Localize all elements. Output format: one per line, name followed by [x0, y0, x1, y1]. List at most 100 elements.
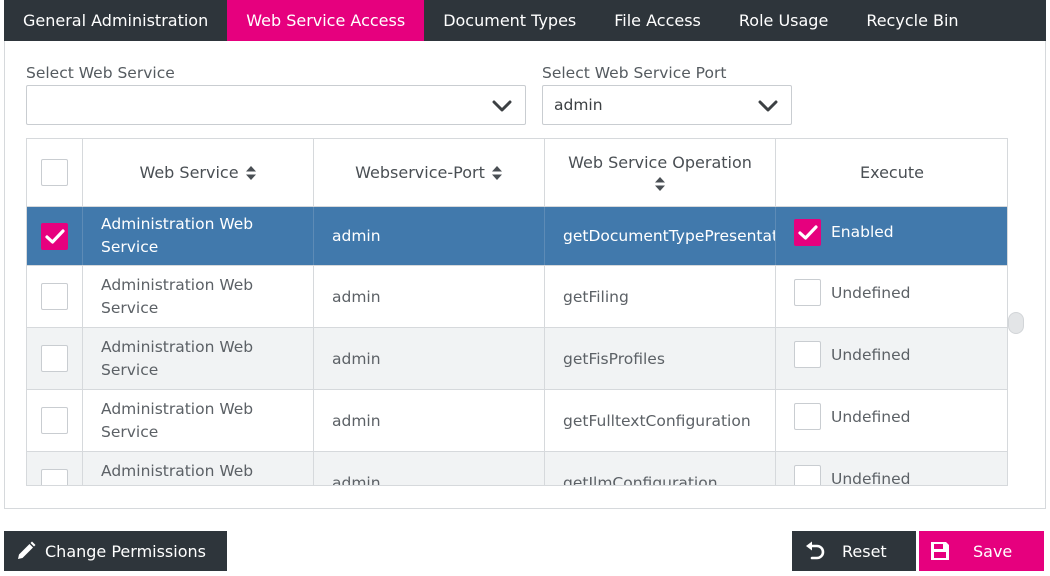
header-web-service[interactable]: Web Service: [83, 139, 314, 206]
row-service: Administration Web Service: [101, 275, 254, 317]
execute-status: Undefined: [831, 469, 911, 486]
row-port-cell: admin: [314, 207, 545, 265]
row-operation: getIlmConfiguration: [563, 473, 718, 486]
execute-checkbox[interactable]: [794, 465, 821, 485]
execute-checkbox[interactable]: [794, 279, 821, 306]
row-port: admin: [332, 227, 381, 245]
row-port-cell: admin: [314, 390, 545, 451]
undo-icon: [806, 541, 825, 560]
row-service: Administration Web Service: [101, 399, 254, 441]
row-port-cell: admin: [314, 266, 545, 327]
execute-checkbox[interactable]: [794, 218, 821, 246]
save-button[interactable]: Save: [919, 531, 1044, 571]
row-select-cell: [27, 452, 83, 485]
row-service: Administration Web Service: [101, 461, 254, 486]
execute-status: Undefined: [831, 407, 911, 426]
row-execute-cell: Undefined: [776, 390, 1007, 451]
row-select-checkbox[interactable]: [41, 469, 68, 485]
web-service-select[interactable]: [26, 85, 526, 125]
table-row[interactable]: Administration Web Service admin getFisP…: [27, 328, 1007, 390]
tab-role-usage[interactable]: Role Usage: [720, 0, 847, 41]
execute-checkbox[interactable]: [794, 403, 821, 430]
chevron-down-icon: [492, 100, 512, 112]
tab-general-administration[interactable]: General Administration: [4, 0, 227, 41]
header-web-service-operation[interactable]: Web Service Operation: [545, 139, 776, 206]
row-operation-cell: getFisProfiles: [545, 328, 776, 389]
web-service-port-select[interactable]: admin: [542, 85, 792, 125]
row-service-cell: Administration Web Service: [83, 328, 314, 389]
row-operation: getFiling: [563, 287, 629, 306]
header-web-service-operation-label: Web Service Operation: [568, 153, 752, 172]
web-service-port-label: Select Web Service Port: [542, 64, 727, 82]
row-port-cell: admin: [314, 452, 545, 486]
tab-web-service-access[interactable]: Web Service Access: [227, 0, 425, 41]
header-web-service-label: Web Service: [139, 163, 239, 182]
row-service-cell: Administration Web Service: [83, 452, 314, 486]
row-operation-cell: getFiling: [545, 266, 776, 327]
web-service-port-select-value: admin: [554, 96, 603, 114]
table-row[interactable]: Administration Web Service admin getFili…: [27, 266, 1007, 328]
row-select-checkbox[interactable]: [41, 222, 68, 250]
row-execute-cell: Undefined: [776, 328, 1007, 389]
row-port: admin: [332, 349, 381, 368]
execute-status: Undefined: [831, 283, 911, 302]
row-service: Administration Web Service: [101, 337, 254, 379]
save-label: Save: [973, 541, 1013, 561]
sort-icon: [491, 165, 502, 180]
row-port: admin: [332, 473, 381, 486]
row-execute-cell: Undefined: [776, 266, 1007, 327]
admin-page: General Administration Web Service Acces…: [0, 0, 1050, 576]
table-header: Web Service Webservice-Port Web Service …: [27, 139, 1007, 207]
table-scrollbar-thumb[interactable]: [1008, 312, 1024, 334]
row-operation: getFulltextConfiguration: [563, 411, 751, 430]
table-row[interactable]: Administration Web Service admin getDocu…: [27, 207, 1007, 266]
floppy-disk-icon: [931, 542, 949, 560]
execute-status: Undefined: [831, 345, 911, 364]
checkmark-icon: [798, 224, 818, 240]
row-operation-cell: getDocumentTypePresentation: [545, 207, 776, 265]
reset-button[interactable]: Reset: [792, 531, 916, 571]
row-select-checkbox[interactable]: [41, 283, 68, 310]
tab-file-access[interactable]: File Access: [595, 0, 720, 41]
tab-bar: General Administration Web Service Acces…: [4, 0, 1046, 41]
select-all-checkbox[interactable]: [41, 159, 68, 186]
pencil-icon: [18, 541, 36, 559]
header-execute: Execute: [776, 139, 1007, 206]
row-operation-cell: getFulltextConfiguration: [545, 390, 776, 451]
header-execute-label: Execute: [860, 163, 924, 182]
table-row[interactable]: Administration Web Service admin getIlmC…: [27, 452, 1007, 486]
row-select-checkbox[interactable]: [41, 407, 68, 434]
row-port: admin: [332, 287, 381, 306]
execute-status: Enabled: [831, 223, 894, 241]
row-port: admin: [332, 411, 381, 430]
header-webservice-port-label: Webservice-Port: [355, 163, 485, 182]
tab-document-types[interactable]: Document Types: [424, 0, 595, 41]
row-operation-cell: getIlmConfiguration: [545, 452, 776, 486]
row-execute-cell: Undefined: [776, 452, 1007, 486]
table-row[interactable]: Administration Web Service admin getFull…: [27, 390, 1007, 452]
change-permissions-button[interactable]: Change Permissions: [4, 531, 227, 571]
row-operation: getFisProfiles: [563, 349, 665, 368]
row-execute-cell: Enabled: [776, 207, 1007, 265]
row-select-checkbox[interactable]: [41, 345, 68, 372]
change-permissions-label: Change Permissions: [45, 541, 206, 561]
row-service-cell: Administration Web Service: [83, 390, 314, 451]
execute-checkbox[interactable]: [794, 341, 821, 368]
row-operation: getDocumentTypePresentation: [563, 227, 775, 245]
web-service-access-panel: Select Web Service Select Web Service Po…: [4, 41, 1046, 509]
row-port-cell: admin: [314, 328, 545, 389]
row-select-cell: [27, 390, 83, 451]
row-service: Administration Web Service: [101, 215, 254, 256]
row-select-cell: [27, 207, 83, 265]
permissions-table: Web Service Webservice-Port Web Service …: [26, 138, 1008, 486]
sort-icon: [655, 177, 665, 191]
sort-icon: [245, 165, 256, 180]
chevron-down-icon: [758, 100, 778, 112]
web-service-label: Select Web Service: [26, 64, 175, 82]
row-select-cell: [27, 266, 83, 327]
select-all-cell: [27, 139, 83, 206]
header-webservice-port[interactable]: Webservice-Port: [314, 139, 545, 206]
checkmark-icon: [45, 228, 65, 244]
tab-recycle-bin[interactable]: Recycle Bin: [847, 0, 977, 41]
row-service-cell: Administration Web Service: [83, 207, 314, 265]
